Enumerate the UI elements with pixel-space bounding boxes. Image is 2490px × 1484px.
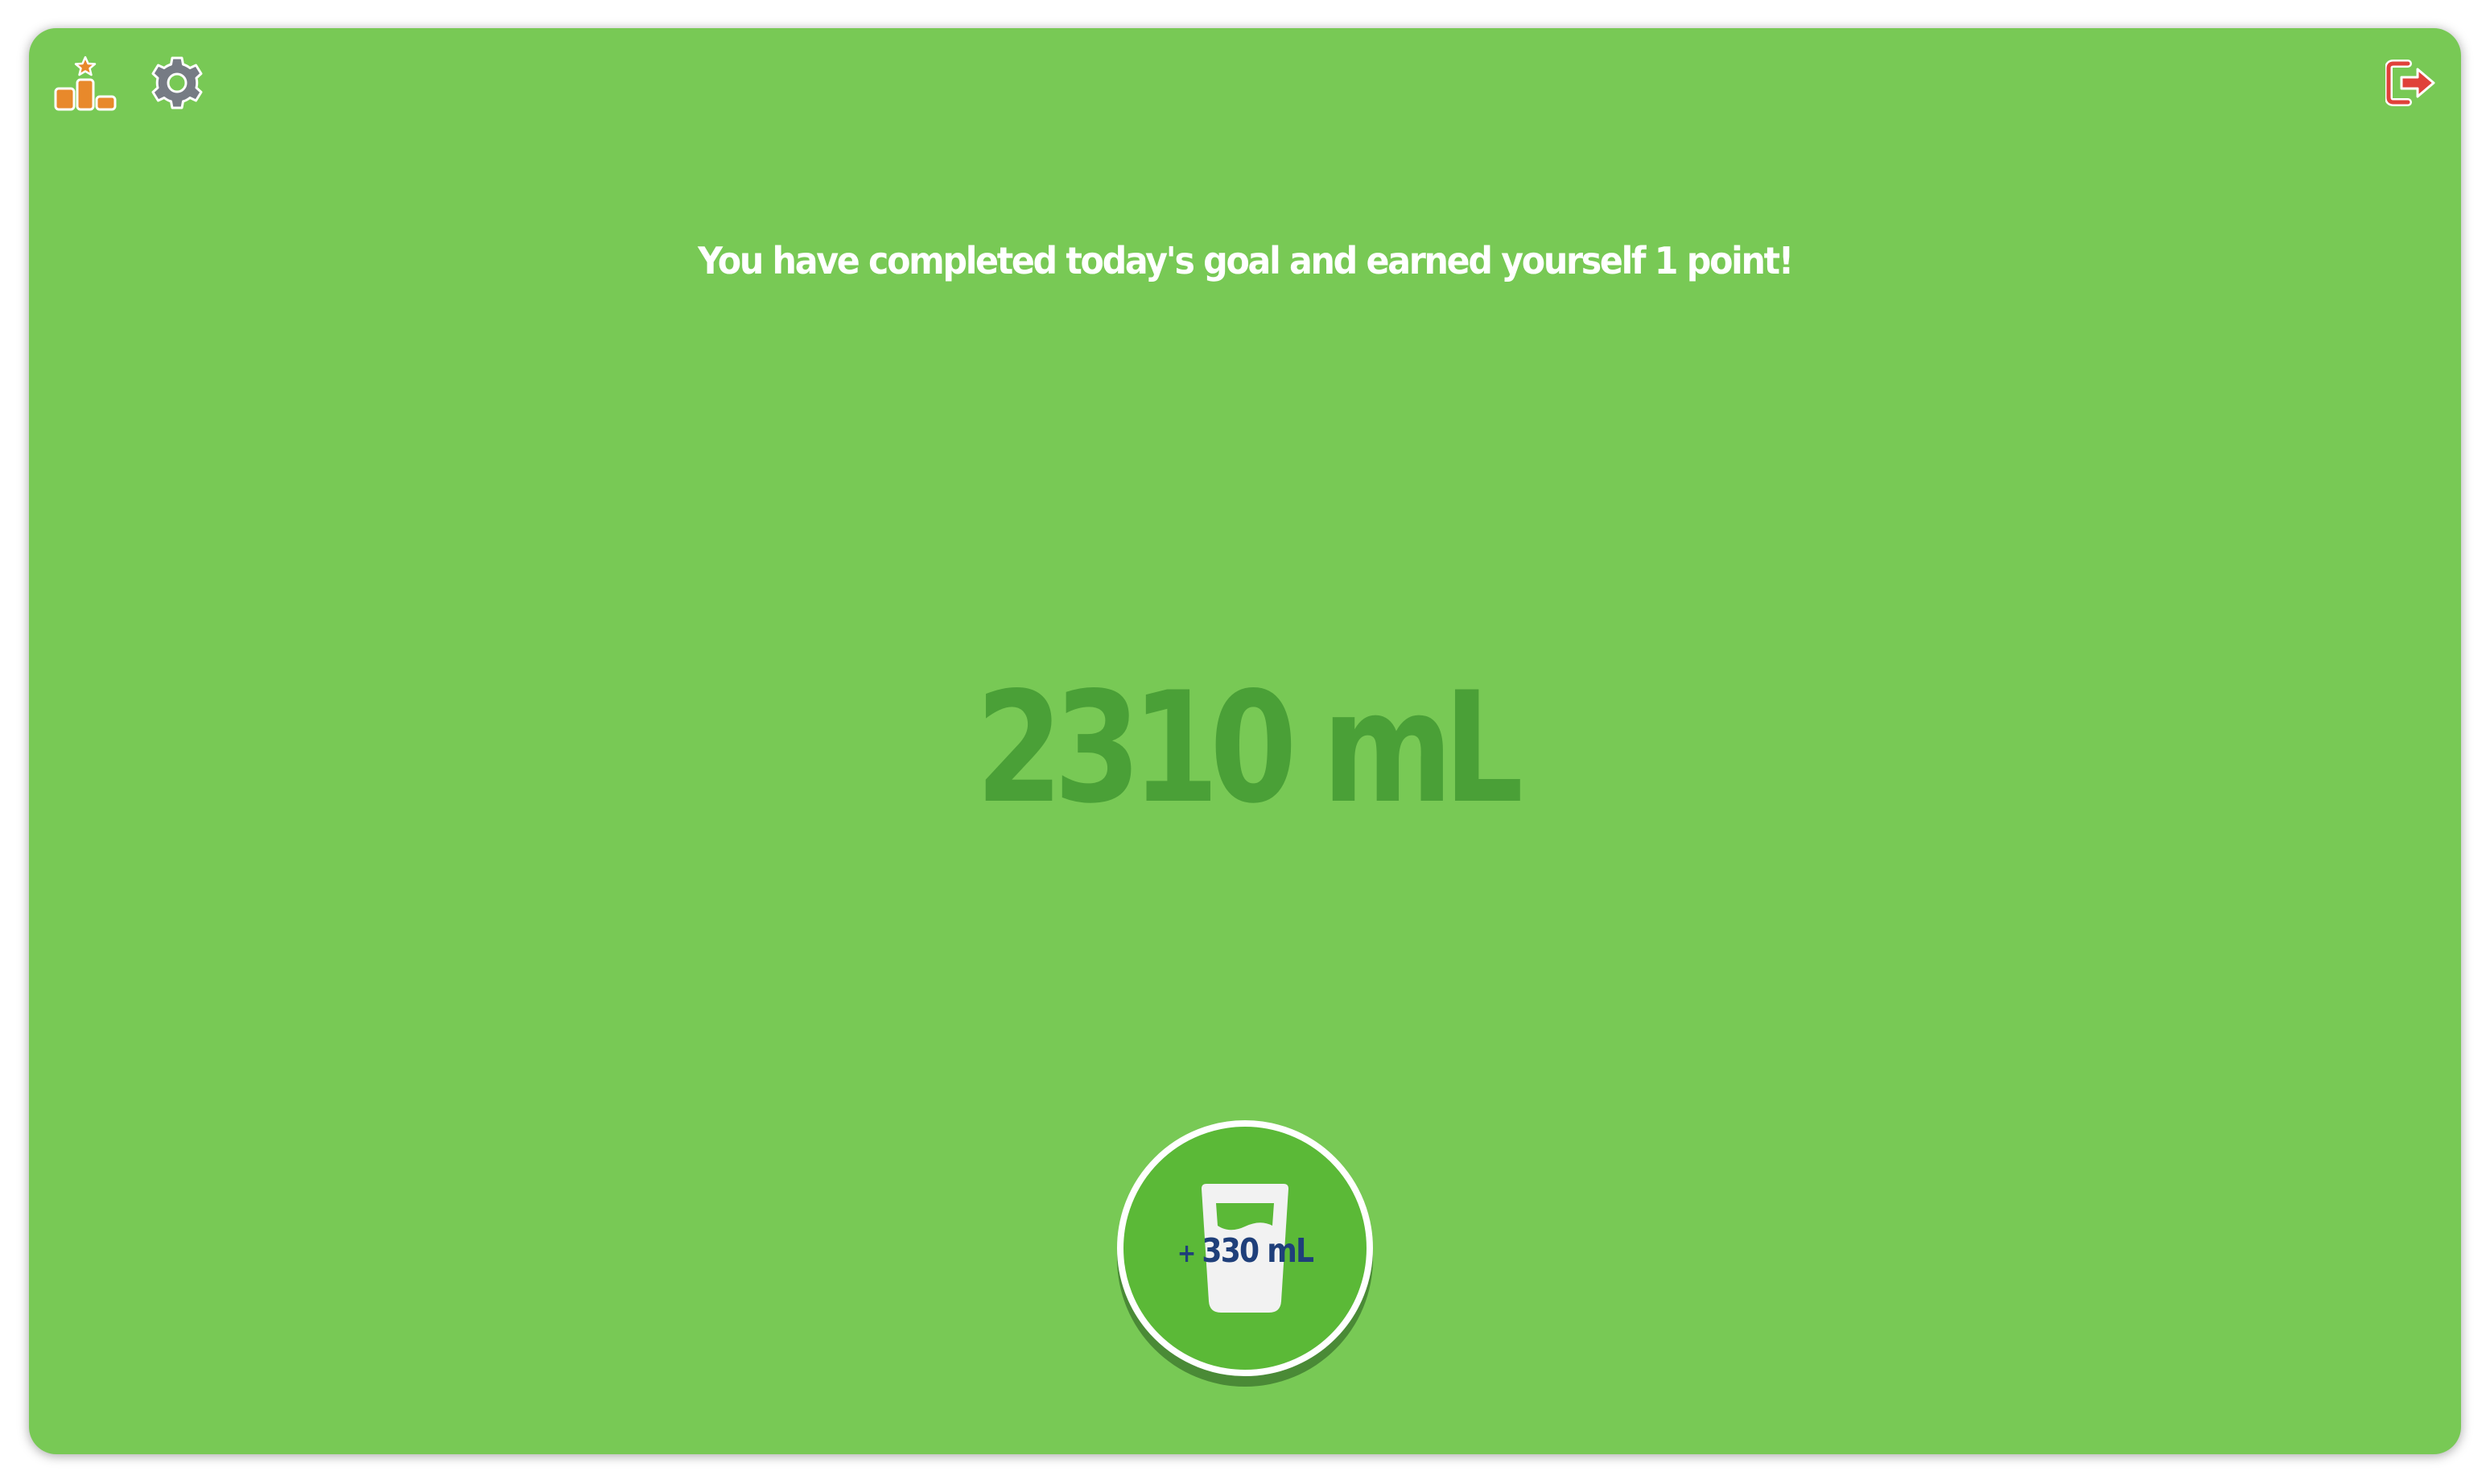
goal-completed-message: You have completed today's goal and earn… — [698, 239, 1794, 282]
logout-button[interactable] — [2385, 59, 2438, 107]
gear-icon — [151, 56, 203, 109]
add-drink-button[interactable]: +330 mL — [1117, 1120, 1373, 1376]
settings-button[interactable] — [150, 56, 204, 110]
total-intake-display: 2310 mL — [975, 659, 1523, 837]
drink-amount-label: +330 mL — [1138, 1231, 1352, 1270]
podium-star-icon — [54, 56, 117, 111]
leaderboard-button[interactable] — [52, 56, 119, 112]
logout-icon — [2385, 60, 2435, 106]
app-window: You have completed today's goal and earn… — [29, 28, 2461, 1454]
drink-amount-value: 330 mL — [1202, 1231, 1314, 1270]
plus-sign: + — [1177, 1238, 1197, 1268]
